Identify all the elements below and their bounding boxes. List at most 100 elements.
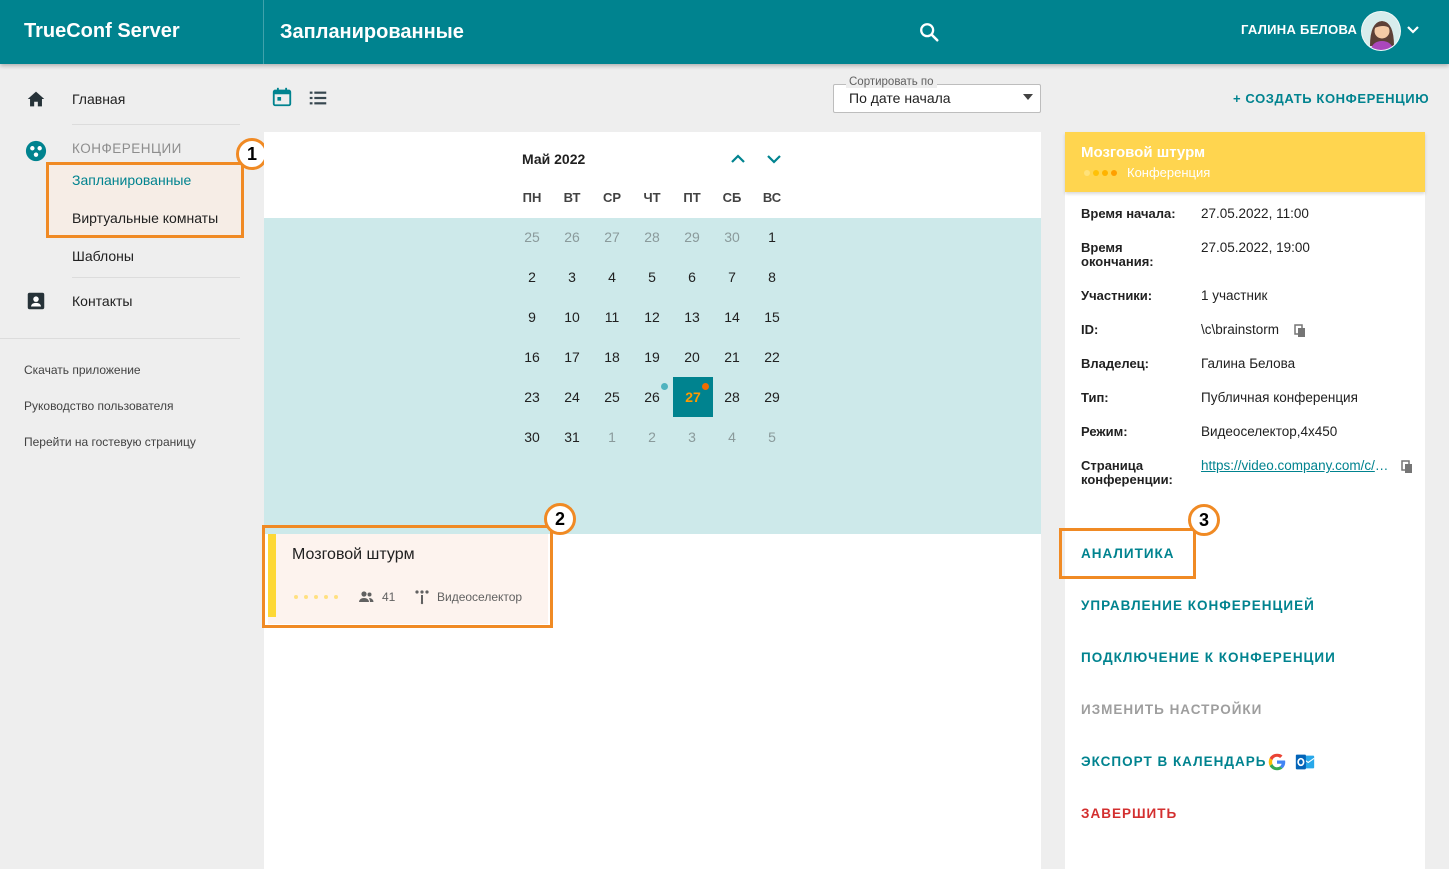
- sidebar-section-conferences[interactable]: КОНФЕРЕНЦИИ: [72, 141, 182, 156]
- outlook-icon[interactable]: [1294, 751, 1316, 773]
- calendar-day[interactable]: 7: [712, 257, 752, 297]
- header-divider: [263, 0, 264, 64]
- create-conference-button[interactable]: + СОЗДАТЬ КОНФЕРЕНЦИЮ: [1233, 91, 1429, 106]
- calendar-day[interactable]: 5: [632, 257, 672, 297]
- weekday-label: ВС: [762, 190, 782, 205]
- annotation-box-1: [46, 162, 244, 238]
- calendar-day[interactable]: 17: [552, 337, 592, 377]
- calendar-day[interactable]: 16: [512, 337, 552, 377]
- calendar-day[interactable]: 3: [552, 257, 592, 297]
- calendar-day[interactable]: 6: [672, 257, 712, 297]
- calendar-day[interactable]: 11: [592, 297, 632, 337]
- calendar-day[interactable]: 4: [592, 257, 632, 297]
- weekday-label: СР: [602, 190, 622, 205]
- edit-settings-button[interactable]: ИЗМЕНИТЬ НАСТРОЙКИ: [1081, 702, 1262, 717]
- calendar-day[interactable]: 30: [512, 417, 552, 457]
- list-view-icon[interactable]: [307, 87, 329, 109]
- calendar-day[interactable]: 12: [632, 297, 672, 337]
- detail-value-end: 27.05.2022, 19:00: [1201, 240, 1310, 255]
- calendar-day[interactable]: 10: [552, 297, 592, 337]
- calendar-day[interactable]: 19: [632, 337, 672, 377]
- calendar-day[interactable]: 5: [752, 417, 792, 457]
- calendar-day[interactable]: 18: [592, 337, 632, 377]
- calendar-day[interactable]: 30: [712, 217, 752, 257]
- calendar-day[interactable]: 28: [712, 377, 752, 417]
- calendar-day[interactable]: 26: [552, 217, 592, 257]
- calendar-month-title: Май 2022: [522, 151, 586, 167]
- weekday-label: СБ: [722, 190, 742, 205]
- calendar-day[interactable]: 25: [592, 377, 632, 417]
- calendar-day[interactable]: 28: [632, 217, 672, 257]
- connect-conference-button[interactable]: ПОДКЛЮЧЕНИЕ К КОНФЕРЕНЦИИ: [1081, 650, 1336, 665]
- calendar-day[interactable]: 1: [592, 417, 632, 457]
- calendar-day[interactable]: 23: [512, 377, 552, 417]
- home-icon: [27, 91, 45, 107]
- avatar[interactable]: [1361, 11, 1401, 51]
- calendar-day[interactable]: 2: [632, 417, 672, 457]
- calendar-day[interactable]: 29: [672, 217, 712, 257]
- copy-icon[interactable]: [1401, 460, 1414, 474]
- copy-icon[interactable]: [1294, 324, 1307, 338]
- calendar-day[interactable]: 4: [712, 417, 752, 457]
- page-title: Запланированные: [280, 21, 464, 43]
- chevron-up-icon[interactable]: [729, 150, 747, 168]
- calendar-day[interactable]: 13: [672, 297, 712, 337]
- calendar-day[interactable]: 8: [752, 257, 792, 297]
- weekday-label: ВТ: [563, 190, 581, 205]
- calendar-day[interactable]: 27: [592, 217, 632, 257]
- event-dot: [702, 383, 709, 390]
- weekday-label: ПН: [522, 190, 542, 205]
- conference-details-title: Мозговой штурм: [1081, 144, 1206, 161]
- status-dots-icon: [1084, 170, 1117, 176]
- detail-label: Страница конференции:: [1081, 458, 1173, 487]
- manage-conference-button[interactable]: УПРАВЛЕНИЕ КОНФЕРЕНЦИЕЙ: [1081, 598, 1315, 613]
- detail-value-id: \c\brainstorm: [1201, 322, 1280, 337]
- chevron-down-icon[interactable]: [1405, 22, 1421, 38]
- sort-select-value[interactable]: По дате начала: [849, 90, 951, 106]
- calendar-day[interactable]: 29: [752, 377, 792, 417]
- calendar-day[interactable]: 24: [552, 377, 592, 417]
- weekday-label: ЧТ: [643, 190, 661, 205]
- detail-label: Тип:: [1081, 390, 1109, 405]
- sort-select-label: Сортировать по: [846, 76, 937, 88]
- calendar-day[interactable]: 14: [712, 297, 752, 337]
- export-calendar-button[interactable]: ЭКСПОРТ В КАЛЕНДАРЬ: [1081, 754, 1266, 769]
- app-header: TrueConf Server Запланированные ГАЛИНА Б…: [0, 0, 1449, 64]
- brand-logo[interactable]: TrueConf Server: [24, 20, 180, 43]
- sidebar-item-templates[interactable]: Шаблоны: [72, 248, 134, 264]
- detail-value-owner: Галина Белова: [1201, 356, 1296, 371]
- google-calendar-icon[interactable]: [1266, 751, 1288, 773]
- search-icon[interactable]: [918, 21, 940, 43]
- calendar-day[interactable]: 25: [512, 217, 552, 257]
- calendar-day[interactable]: 21: [712, 337, 752, 377]
- caret-down-icon[interactable]: [1023, 94, 1033, 100]
- conferences-icon: [25, 140, 47, 162]
- calendar-day[interactable]: 2: [512, 257, 552, 297]
- event-dot: [661, 383, 668, 390]
- guest-page-link[interactable]: Перейти на гостевую страницу: [24, 435, 196, 449]
- finish-conference-button[interactable]: ЗАВЕРШИТЬ: [1081, 806, 1177, 821]
- calendar-day[interactable]: 1: [752, 217, 792, 257]
- user-guide-link[interactable]: Руководство пользователя: [24, 399, 173, 413]
- user-name[interactable]: ГАЛИНА БЕЛОВА: [1241, 22, 1357, 37]
- annotation-box-3: [1059, 528, 1196, 579]
- calendar-day[interactable]: 20: [672, 337, 712, 377]
- calendar-day[interactable]: 9: [512, 297, 552, 337]
- detail-value-mode: Видеоселектор,4x450: [1201, 424, 1338, 439]
- sidebar-item-contacts[interactable]: Контакты: [72, 293, 132, 309]
- annotation-box-2: [262, 525, 553, 628]
- detail-label: Время окончания:: [1081, 240, 1154, 269]
- conference-details-header: [1065, 132, 1425, 192]
- calendar-day[interactable]: 15: [752, 297, 792, 337]
- conference-page-link[interactable]: https://video.company.com/c/brainstorm: [1201, 458, 1395, 473]
- calendar-day[interactable]: 22: [752, 337, 792, 377]
- detail-value-participants: 1 участник: [1201, 288, 1268, 303]
- detail-label: Владелец:: [1081, 356, 1149, 371]
- download-app-link[interactable]: Скачать приложение: [24, 363, 141, 377]
- chevron-down-icon[interactable]: [765, 150, 783, 168]
- calendar-day[interactable]: 31: [552, 417, 592, 457]
- calendar-day[interactable]: 3: [672, 417, 712, 457]
- weekday-label: ПТ: [683, 190, 701, 205]
- calendar-view-icon[interactable]: [271, 86, 293, 108]
- sidebar-item-home[interactable]: Главная: [72, 91, 125, 107]
